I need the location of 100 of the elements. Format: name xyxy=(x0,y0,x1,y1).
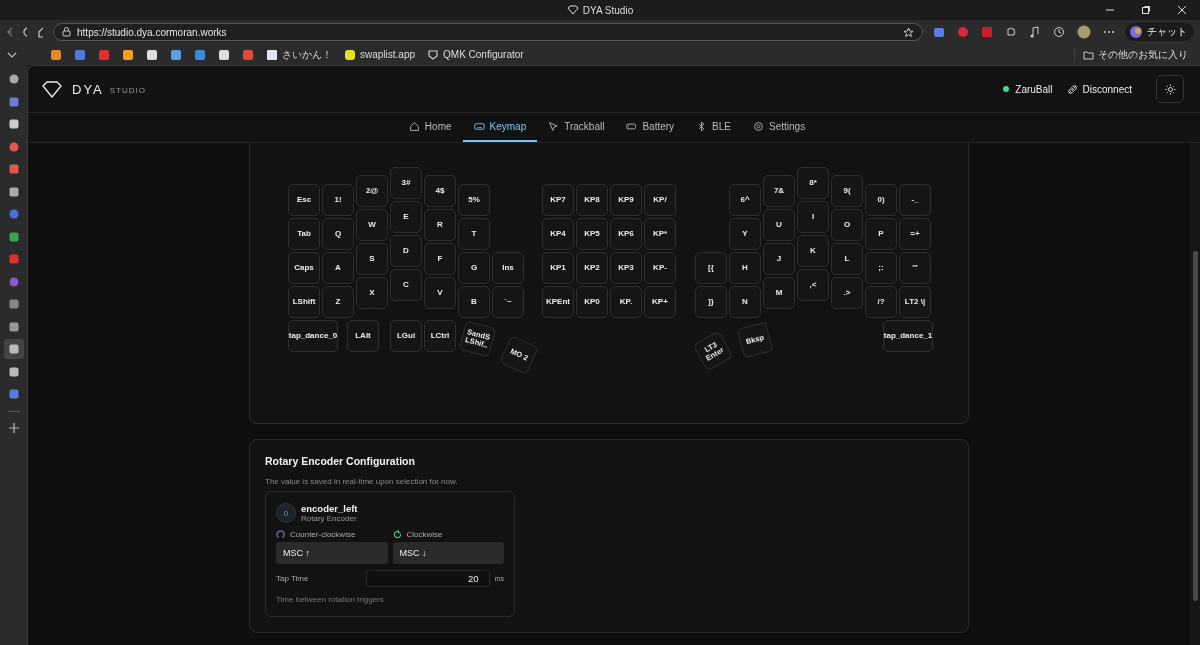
music-icon[interactable] xyxy=(1029,26,1041,38)
key[interactable]: KP6 xyxy=(610,218,642,250)
key[interactable]: 1! xyxy=(322,184,354,216)
nav-tab[interactable]: Trackball xyxy=(537,113,616,142)
key[interactable]: 0) xyxy=(865,184,897,216)
key[interactable]: KP/ xyxy=(644,184,676,216)
key[interactable]: H xyxy=(729,252,761,284)
key[interactable]: E xyxy=(390,201,422,233)
key[interactable]: Z xyxy=(322,286,354,318)
app-icon[interactable] xyxy=(7,388,20,400)
key[interactable]: ]} xyxy=(695,286,727,318)
app-icon[interactable] xyxy=(7,320,20,333)
key[interactable]: M xyxy=(763,277,795,309)
bookmark[interactable]: swaplist.app xyxy=(344,48,416,61)
key[interactable]: LCtrl xyxy=(424,320,456,352)
nav-tab[interactable]: Settings xyxy=(742,113,817,142)
key[interactable]: A xyxy=(322,252,354,284)
key[interactable]: L xyxy=(831,243,863,275)
bookmark-icon[interactable] xyxy=(50,48,62,61)
key[interactable]: Ins xyxy=(492,252,524,284)
bookmark-icon[interactable] xyxy=(122,48,134,61)
key[interactable]: .> xyxy=(831,277,863,309)
key[interactable]: 9( xyxy=(831,175,863,207)
chat-button[interactable]: チャット xyxy=(1125,23,1194,41)
key[interactable]: W xyxy=(356,209,388,241)
key[interactable]: Caps xyxy=(288,252,320,284)
key[interactable]: 3# xyxy=(390,167,422,199)
app-icon[interactable] xyxy=(7,298,20,310)
scrollbar-thumb[interactable] xyxy=(1192,251,1198,601)
key[interactable]: LT2 \| xyxy=(899,286,931,318)
app-icon[interactable] xyxy=(7,230,20,243)
key[interactable]: KP5 xyxy=(576,218,608,250)
key[interactable]: KP* xyxy=(644,218,676,250)
key[interactable]: LShift xyxy=(288,286,320,318)
key[interactable]: Tab xyxy=(288,218,320,250)
nav-tab[interactable]: BLE xyxy=(685,113,742,142)
key[interactable]: R xyxy=(424,209,456,241)
key[interactable]: 8* xyxy=(797,167,829,199)
key[interactable]: F xyxy=(424,243,456,275)
key[interactable]: [{ xyxy=(695,252,727,284)
key[interactable]: KPEnt xyxy=(542,286,574,318)
key[interactable]: KP0 xyxy=(576,286,608,318)
key[interactable]: 2@ xyxy=(356,175,388,207)
key[interactable]: T xyxy=(458,218,490,250)
key[interactable]: V xyxy=(424,277,456,309)
key[interactable]: 4$ xyxy=(424,175,456,207)
key[interactable]: ;: xyxy=(865,252,897,284)
key[interactable]: /? xyxy=(865,286,897,318)
key[interactable]: G xyxy=(458,252,490,284)
keycode-select[interactable]: MSC ↓ xyxy=(392,542,504,564)
nav-tab[interactable]: Battery xyxy=(615,113,686,142)
key[interactable]: N xyxy=(729,286,761,318)
app-icon[interactable] xyxy=(7,163,20,175)
avatar-icon[interactable] xyxy=(1077,25,1091,39)
key[interactable]: KP3 xyxy=(610,252,642,284)
key[interactable]: Esc xyxy=(288,184,320,216)
key[interactable]: KP4 xyxy=(542,218,574,250)
back-icon[interactable] xyxy=(6,26,12,38)
app-icon[interactable] xyxy=(7,95,20,108)
key[interactable]: '" xyxy=(899,252,931,284)
key[interactable]: KP1 xyxy=(542,252,574,284)
theme-button[interactable] xyxy=(1156,75,1184,103)
key[interactable]: K xyxy=(797,235,829,267)
key[interactable]: S xyxy=(356,243,388,275)
key[interactable]: 5% xyxy=(458,184,490,216)
bookmark-icon[interactable] xyxy=(218,48,230,61)
app-icon[interactable] xyxy=(7,118,20,130)
add-icon[interactable] xyxy=(7,422,20,434)
bookmark[interactable]: QMK Configurator xyxy=(427,48,524,61)
app-icon[interactable] xyxy=(3,339,24,359)
key[interactable]: `~ xyxy=(492,286,524,318)
key[interactable]: KP8 xyxy=(576,184,608,216)
app-icon[interactable] xyxy=(7,73,20,85)
key[interactable]: LGui xyxy=(390,320,422,352)
extension-icon[interactable] xyxy=(981,26,993,38)
key[interactable]: KP. xyxy=(610,286,642,318)
disconnect-button[interactable]: Disconnect xyxy=(1066,83,1132,95)
key[interactable]: KP2 xyxy=(576,252,608,284)
key[interactable]: KP- xyxy=(644,252,676,284)
address-bar[interactable]: https://studio.dya.cormoran.works xyxy=(53,23,923,41)
key[interactable]: KP9 xyxy=(610,184,642,216)
nav-tab[interactable]: Home xyxy=(397,113,463,142)
key[interactable]: -_ xyxy=(899,184,931,216)
key[interactable]: Y xyxy=(729,218,761,250)
app-icon[interactable] xyxy=(7,140,20,153)
key[interactable]: KP+ xyxy=(644,286,676,318)
extension-icon[interactable] xyxy=(933,26,945,38)
key[interactable]: C xyxy=(390,269,422,301)
key[interactable]: =+ xyxy=(899,218,931,250)
key[interactable]: P xyxy=(865,218,897,250)
app-icon[interactable] xyxy=(7,365,20,378)
key[interactable]: X xyxy=(356,277,388,309)
key[interactable]: KP7 xyxy=(542,184,574,216)
key[interactable]: B xyxy=(458,286,490,318)
key[interactable]: U xyxy=(763,209,795,241)
bookmark-folder[interactable]: その他のお気に入り xyxy=(1074,47,1188,62)
key[interactable]: 6^ xyxy=(729,184,761,216)
key[interactable]: D xyxy=(390,235,422,267)
bookmark-icon[interactable] xyxy=(170,48,182,61)
bookmark-icon[interactable] xyxy=(146,48,158,61)
